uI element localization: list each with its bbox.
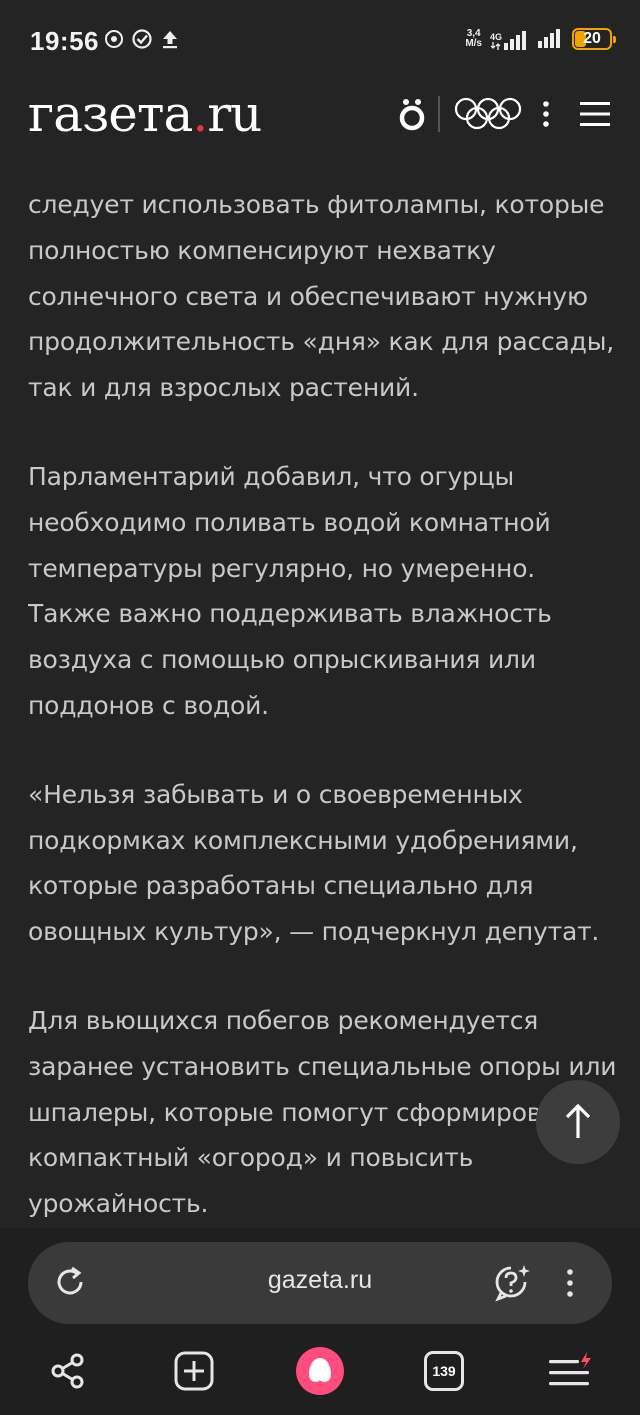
article-paragraph: «Нельзя забывать и о своевременных подко…: [28, 779, 600, 947]
article-paragraph: Парламентарий добавил, что огурцы необхо…: [28, 461, 552, 720]
upload-icon: [159, 28, 181, 54]
tabs-icon: 139: [424, 1351, 464, 1391]
browser-nav-row: 139: [0, 1343, 640, 1403]
status-notification-icons: [103, 28, 181, 54]
battery-icon: 20: [572, 28, 616, 50]
share-button[interactable]: [40, 1343, 96, 1399]
battery-level: 20: [583, 30, 601, 47]
site-header: газета.ru: [0, 80, 640, 158]
ai-assistant-button[interactable]: [490, 1261, 534, 1305]
alice-assistant-icon: [295, 1346, 345, 1396]
signal-icon: 4G: [490, 28, 530, 50]
kebab-menu-icon: [566, 1268, 574, 1298]
network-speed: 3,4 M/s: [465, 28, 482, 49]
status-system-icons: 3,4 M/s 4G 20: [465, 26, 616, 52]
new-tab-button[interactable]: [166, 1343, 222, 1399]
olympic-rings-icon[interactable]: [454, 97, 522, 131]
share-icon: [49, 1352, 87, 1390]
browser-bottom-bar: gazeta.ru 139: [0, 1228, 640, 1415]
status-bar: 19:56 3,4 M/s 4G 20: [0, 0, 640, 80]
address-bar[interactable]: gazeta.ru: [28, 1242, 612, 1324]
kebab-menu-icon[interactable]: [542, 100, 550, 128]
new-tab-icon: [174, 1351, 214, 1391]
header-actions: [398, 96, 610, 132]
alice-assistant-button[interactable]: [292, 1343, 348, 1399]
status-time: 19:56: [30, 26, 99, 56]
hamburger-menu-icon[interactable]: [580, 101, 610, 127]
o-umlaut-icon[interactable]: [398, 96, 426, 132]
hamburger-menu-icon: [547, 1351, 593, 1391]
sync-icon: [103, 28, 125, 54]
browser-menu-button[interactable]: [556, 1262, 584, 1304]
ai-question-icon: [492, 1263, 532, 1303]
scroll-to-top-button[interactable]: [536, 1080, 620, 1164]
article-body: ' ' ' ' следует использовать фитолампы, кот…: [28, 158, 618, 1228]
arrow-up-icon: [564, 1104, 592, 1140]
site-logo[interactable]: газета.ru: [28, 85, 262, 143]
signal-icon-sim2: [538, 26, 564, 52]
article-paragraph: Для вьющихся побегов рекомендуется заран…: [28, 1005, 617, 1219]
browser-main-menu-button[interactable]: [542, 1343, 598, 1399]
article-paragraph: следует использовать фитолампы, которые …: [28, 190, 615, 403]
tabs-count: 139: [432, 1363, 456, 1379]
clipped-text-line: ' ' ' ': [232, 158, 564, 168]
tabs-button[interactable]: 139: [416, 1343, 472, 1399]
header-divider: [438, 96, 440, 132]
check-circle-icon: [131, 28, 153, 54]
